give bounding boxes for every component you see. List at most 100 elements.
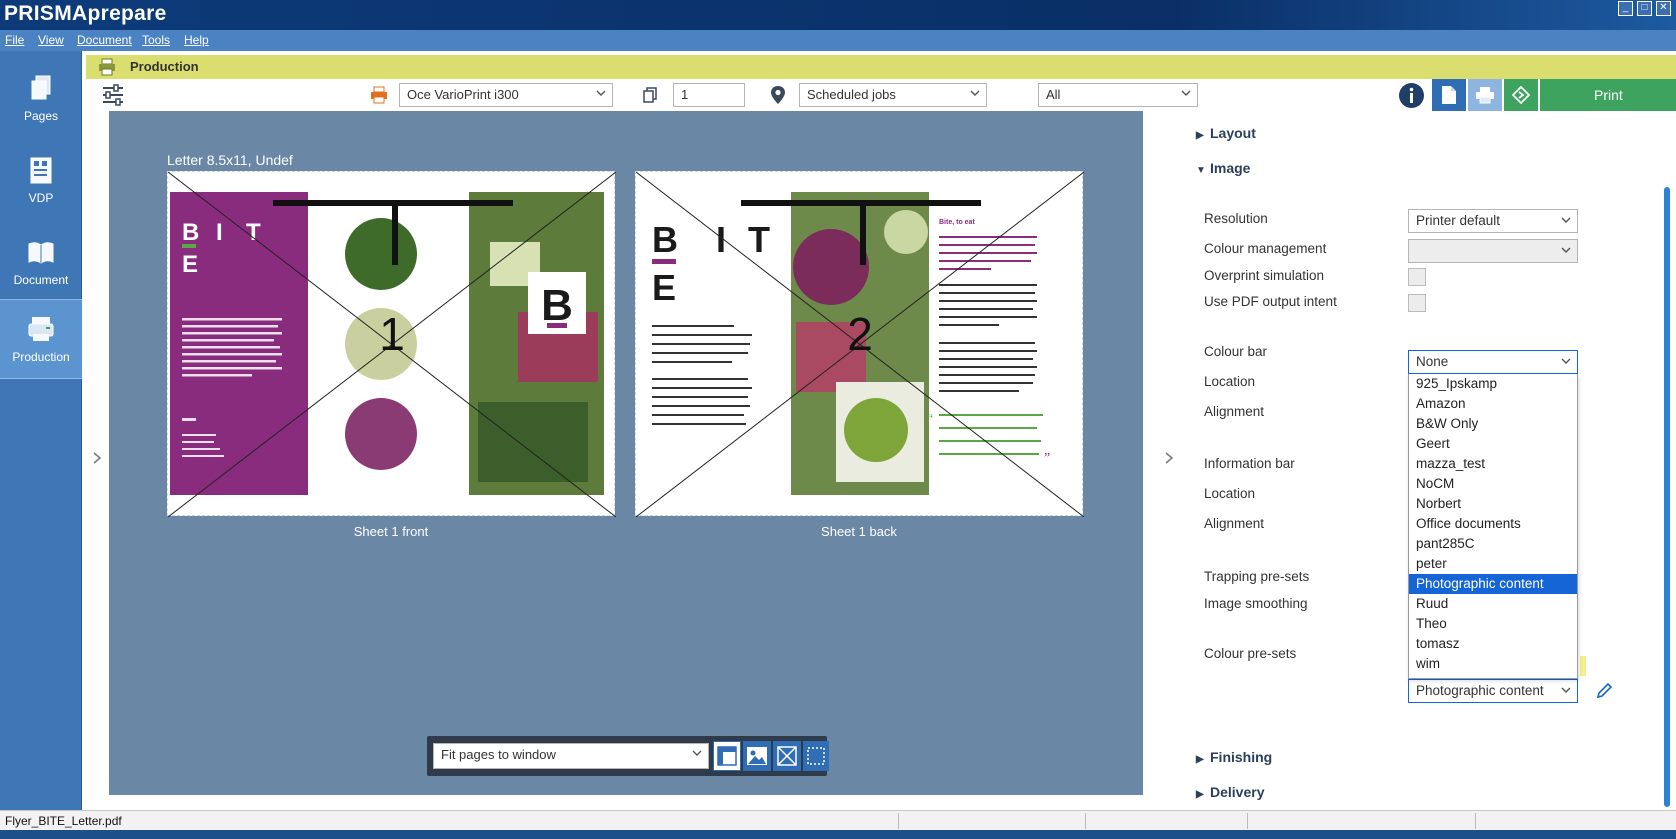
chevron-down-icon <box>1561 687 1571 693</box>
chevron-down-icon <box>596 90 606 96</box>
menu-tools[interactable]: Tools <box>142 33 170 47</box>
svg-text:“: “ <box>927 412 933 427</box>
zoom-select[interactable]: Fit pages to window <box>433 743 709 769</box>
dropdown-option[interactable]: Theo <box>1409 614 1577 634</box>
colour-presets-dropdown[interactable]: 925_Ipskamp Amazon B&W Only Geert mazza_… <box>1408 374 1578 679</box>
pages-icon <box>31 75 51 100</box>
start-job-button[interactable] <box>1504 79 1538 111</box>
pdf-intent-checkbox[interactable] <box>1408 294 1426 312</box>
close-button[interactable]: ✕ <box>1656 1 1671 16</box>
ruler-view-button[interactable] <box>713 741 741 771</box>
destination-select[interactable]: Scheduled jobs <box>799 83 987 107</box>
copies-value: 1 <box>681 87 689 102</box>
dropdown-option[interactable]: Office documents <box>1409 514 1577 534</box>
sheet-back-art: B I T E Bite, to eat “ ” 2 <box>635 171 1085 518</box>
menu-document[interactable]: Document <box>77 33 132 47</box>
nav-document[interactable]: Document <box>0 223 82 305</box>
chevron-right-icon[interactable] <box>92 451 102 465</box>
app-title: PRISMAprepare <box>4 2 167 25</box>
printer-orange-icon <box>371 86 387 104</box>
colour-management-select[interactable] <box>1408 239 1578 263</box>
dropdown-option[interactable]: wim <box>1409 654 1577 674</box>
nav-vdp-label: VDP <box>28 191 54 205</box>
dropdown-option[interactable]: Geert <box>1409 434 1577 454</box>
title-bar: PRISMAprepare _ □ ✕ <box>0 0 1676 30</box>
minimize-button[interactable]: _ <box>1618 1 1633 16</box>
printer-icon <box>99 58 115 76</box>
section-delivery[interactable]: ▶ Delivery <box>1196 784 1264 800</box>
edit-pencil-icon[interactable] <box>1596 682 1613 699</box>
chevron-down-icon <box>970 90 980 96</box>
paper-size-label: Letter 8.5x11, Undef <box>167 152 293 168</box>
nav-pages[interactable]: Pages <box>0 59 82 141</box>
chevron-down-icon <box>1561 247 1571 253</box>
zoom-select-value: Fit pages to window <box>441 747 556 762</box>
printer-select[interactable]: Oce VarioPrint i300 <box>399 83 613 107</box>
colour-presets-value: Photographic content <box>1416 683 1544 698</box>
info-icon[interactable] <box>1398 82 1425 109</box>
dropdown-option[interactable]: 925_Ipskamp <box>1409 374 1577 394</box>
sheet-front[interactable]: B B I T E 1 <box>167 171 617 518</box>
crossed-box-icon <box>777 746 797 766</box>
print-button[interactable]: Print <box>1540 79 1676 111</box>
dropdown-option[interactable]: Norbert <box>1409 494 1577 514</box>
settings-sliders-icon[interactable] <box>101 83 125 107</box>
copies-input[interactable]: 1 <box>673 83 745 107</box>
maximize-button[interactable]: □ <box>1637 1 1652 16</box>
section-finishing[interactable]: ▶ Finishing <box>1196 749 1272 765</box>
bleed-view-button[interactable] <box>803 741 829 771</box>
resolution-select[interactable]: Printer default <box>1408 209 1578 233</box>
dropdown-option[interactable]: tomasz <box>1409 634 1577 654</box>
menu-bar: File View Document Tools Help <box>0 30 1676 51</box>
dropdown-option[interactable]: Amazon <box>1409 394 1577 414</box>
section-image[interactable]: ▼ Image <box>1196 160 1250 176</box>
file-name: Flyer_BITE_Letter.pdf <box>5 814 122 828</box>
printer-icon <box>1476 87 1494 104</box>
dropdown-option[interactable]: mazza_test <box>1409 454 1577 474</box>
dropdown-option-selected[interactable]: Photographic content <box>1409 574 1577 594</box>
dropdown-option[interactable]: peter <box>1409 554 1577 574</box>
dropdown-option[interactable]: Ruud <box>1409 594 1577 614</box>
left-nav: Pages VDP Document Production <box>0 51 82 817</box>
printer-view-button[interactable] <box>1468 79 1502 111</box>
section-layout-label: Layout <box>1210 125 1256 141</box>
filter-select[interactable]: All <box>1038 83 1198 107</box>
menu-file[interactable]: File <box>5 33 24 47</box>
page-number: 2 <box>847 308 873 360</box>
status-separator <box>1085 813 1086 829</box>
panel-scrollbar[interactable] <box>1664 187 1670 807</box>
brand-letter-t: T <box>748 219 770 260</box>
section-delivery-label: Delivery <box>1210 784 1265 800</box>
info-alignment-label: Alignment <box>1204 516 1265 531</box>
chevron-down-icon <box>1561 217 1571 223</box>
menu-view[interactable]: View <box>38 33 64 47</box>
trapping-label: Trapping pre-sets <box>1204 569 1310 584</box>
resolution-value: Printer default <box>1416 213 1501 228</box>
menu-help[interactable]: Help <box>184 33 209 47</box>
brand-letter-b: B <box>182 219 199 246</box>
dropdown-option[interactable]: pant285C <box>1409 534 1577 554</box>
app-window: PRISMAprepare _ □ ✕ File View Document T… <box>0 0 1676 839</box>
copies-icon <box>643 87 657 103</box>
document-icon <box>28 242 54 264</box>
colour-presets-select[interactable]: Photographic content <box>1408 679 1578 703</box>
nav-production-label: Production <box>12 350 70 364</box>
colour-bar-value: None <box>1416 354 1449 369</box>
nav-production[interactable]: Production <box>0 299 82 379</box>
dropdown-option[interactable]: NoCM <box>1409 474 1577 494</box>
location-pin-icon <box>771 86 785 104</box>
print-button-label: Print <box>1594 87 1623 103</box>
crossed-box-view-button[interactable] <box>773 741 801 771</box>
chevron-right-icon[interactable] <box>1164 451 1174 465</box>
colour-bar-label: Colour bar <box>1204 344 1268 359</box>
document-view-button[interactable] <box>1432 79 1466 111</box>
overprint-checkbox[interactable] <box>1408 268 1426 286</box>
brand-letter-e: E <box>182 251 198 278</box>
section-layout[interactable]: ▶ Layout <box>1196 125 1256 141</box>
nav-vdp[interactable]: VDP <box>0 141 82 223</box>
colour-bar-select[interactable]: None <box>1408 350 1578 374</box>
chevron-down-icon <box>1181 90 1191 96</box>
image-view-button[interactable] <box>743 741 771 771</box>
sheet-back[interactable]: B I T E Bite, to eat “ ” 2 <box>635 171 1085 518</box>
dropdown-option[interactable]: B&W Only <box>1409 414 1577 434</box>
